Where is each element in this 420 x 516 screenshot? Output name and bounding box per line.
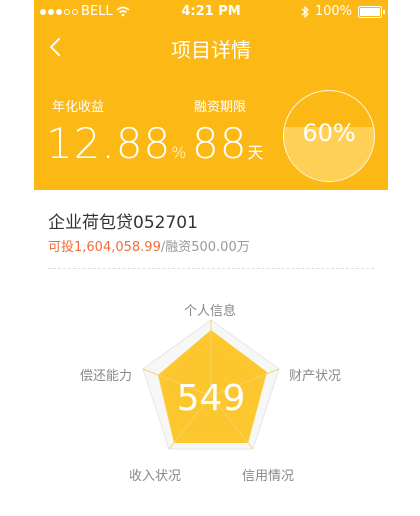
radar-chart — [142, 319, 280, 450]
financing-period-label: 融资期限 — [194, 100, 247, 115]
bluetooth-icon — [301, 5, 309, 18]
radar-label-property-status: 财产状况 — [289, 369, 342, 384]
financing-period-unit: 天 — [247, 143, 265, 162]
page-title: 项目详情 — [171, 38, 251, 62]
radar-label-income-status: 收入状况 — [129, 469, 182, 484]
status-right: 100% — [301, 4, 385, 19]
radar-label-personal-info: 个人信息 — [184, 304, 237, 319]
summary-header: BELL 4:21 PM 100% 项目详情 年化收益 12.88% 融资期限 … — [34, 0, 388, 190]
financing-period-value: 88天 — [192, 120, 264, 177]
progress-text: 60% — [302, 119, 356, 147]
annual-yield-label: 年化收益 — [52, 100, 105, 115]
battery-percent: 100% — [314, 4, 352, 19]
credit-score: 549 — [176, 378, 246, 419]
radar-label-credit-status: 信用情况 — [242, 469, 295, 484]
status-bar: BELL 4:21 PM 100% — [34, 0, 388, 24]
annual-yield-value: 12.88% — [46, 120, 187, 177]
phone-screen: BELL 4:21 PM 100% 项目详情 年化收益 12.88% 融资期限 … — [34, 0, 388, 516]
battery-icon — [358, 5, 385, 18]
progress-circle: 60% — [283, 90, 375, 182]
project-card: 企业荷包贷052701 可投1,604,058.99/融资500.00万 个人信… — [34, 190, 388, 516]
annual-yield-number: 12.88 — [46, 119, 172, 168]
radar-label-repay-ability: 偿还能力 — [80, 369, 133, 384]
annual-yield-unit: % — [171, 143, 188, 162]
financing-period-number: 88 — [192, 119, 248, 168]
